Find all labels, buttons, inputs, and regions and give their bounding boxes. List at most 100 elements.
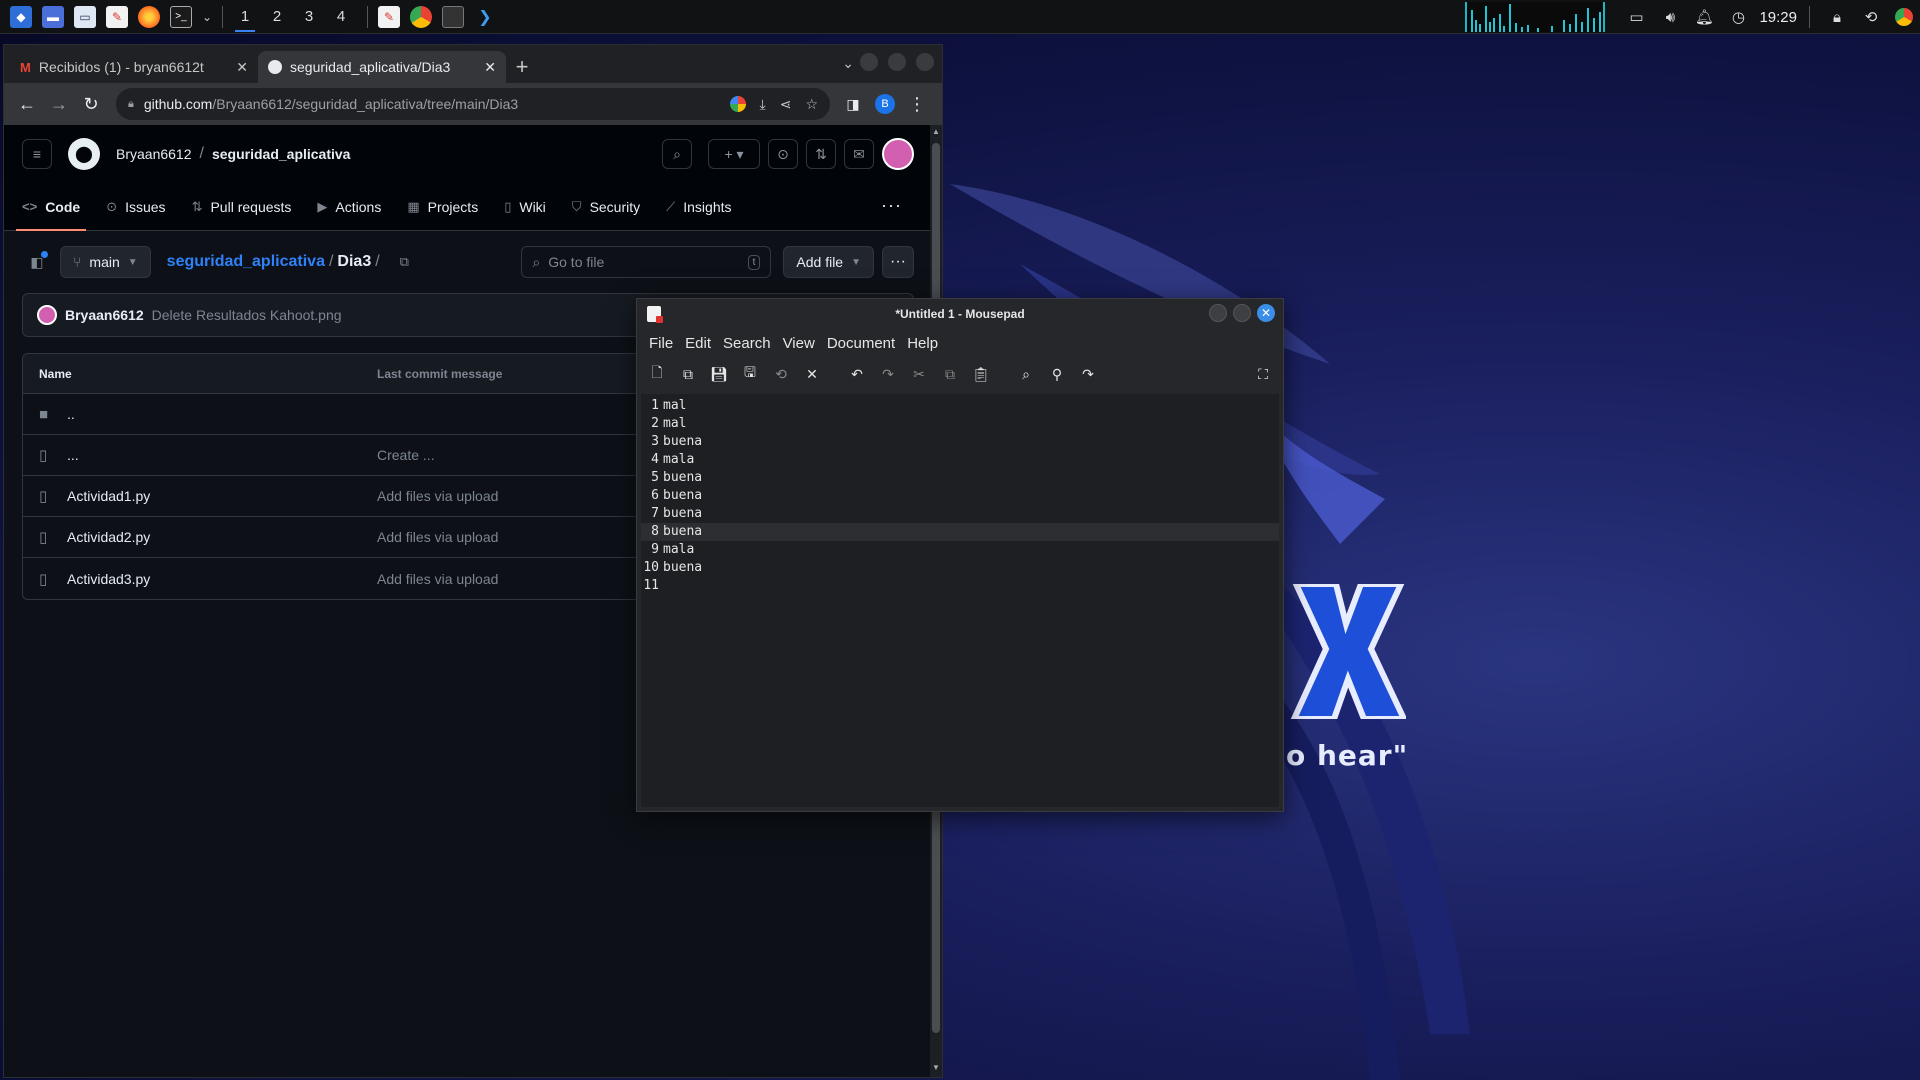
tab-issues[interactable]: ⊙ Issues xyxy=(106,183,165,231)
file-name[interactable]: Actividad2.py xyxy=(67,529,150,545)
paste-icon[interactable]: 📋︎ xyxy=(971,364,991,384)
file-name[interactable]: Actividad1.py xyxy=(67,488,150,504)
cut-icon[interactable]: ✂ xyxy=(909,364,929,384)
tab-actions[interactable]: ▶ Actions xyxy=(317,183,381,231)
line-text[interactable]: buena xyxy=(663,433,702,451)
tab-search-icon[interactable]: ⌄ xyxy=(842,55,854,72)
file-commit-message[interactable]: Add files via upload xyxy=(377,529,498,545)
editor-line[interactable]: 10 buena xyxy=(641,559,1279,577)
profile-button[interactable]: B xyxy=(870,89,900,119)
sidebar-toggle-icon[interactable]: ◧ xyxy=(22,247,52,277)
workspace-4[interactable]: 4 xyxy=(325,0,357,34)
tab-insights[interactable]: ⟋ Insights xyxy=(666,183,731,231)
tab-gmail[interactable]: M Recibidos (1) - bryan6612t ✕ xyxy=(10,51,258,83)
go-to-line-icon[interactable]: ↷ xyxy=(1078,364,1098,384)
more-options-button[interactable]: ··· xyxy=(882,246,914,278)
line-text[interactable]: buena xyxy=(663,469,702,487)
repo-name-link[interactable]: seguridad_aplicativa xyxy=(212,146,351,162)
browser-menu-icon[interactable]: ⋮ xyxy=(902,89,932,119)
find-icon[interactable]: ⌕ xyxy=(1016,364,1036,384)
tab-projects[interactable]: ▦ Projects xyxy=(407,183,478,231)
branch-select-button[interactable]: ⑂ main ▼ xyxy=(60,246,151,278)
close-document-icon[interactable]: ✕ xyxy=(802,364,822,384)
file-commit-message[interactable]: Create ... xyxy=(377,447,435,463)
lock-icon[interactable]: 🔒︎ xyxy=(128,98,134,111)
mousepad-task-icon[interactable]: ✎ xyxy=(378,5,400,28)
workspace-3[interactable]: 3 xyxy=(293,0,325,34)
redo-icon[interactable]: ↷ xyxy=(878,364,898,384)
create-new-button[interactable]: + ▾ xyxy=(708,139,760,169)
breadcrumb-repo-link[interactable]: seguridad_aplicativa xyxy=(167,253,325,271)
maximize-button[interactable] xyxy=(888,53,906,71)
close-window-button[interactable]: ✕ xyxy=(1257,304,1275,322)
google-lens-icon[interactable] xyxy=(729,96,746,112)
file-commit-message[interactable]: Add files via upload xyxy=(377,488,498,504)
text-editor-area[interactable]: 1 mal 2 mal 3 buena 4 mala 5 buena 6 buena 7 buena 8 bu… xyxy=(641,394,1279,807)
save-icon[interactable]: 💾︎ xyxy=(709,364,729,384)
menu-search[interactable]: Search xyxy=(723,335,771,352)
maximize-button[interactable] xyxy=(1233,304,1251,322)
file-manager-icon[interactable]: ▭ xyxy=(74,5,96,28)
editor-line[interactable]: 7 buena xyxy=(641,505,1279,523)
editor-line[interactable]: 11 xyxy=(641,577,1279,595)
pull-requests-icon[interactable]: ⇅ xyxy=(806,139,836,169)
new-tab-button[interactable]: + xyxy=(506,51,538,83)
editor-line[interactable]: 6 buena xyxy=(641,487,1279,505)
menu-help[interactable]: Help xyxy=(907,335,938,352)
tab-pull-requests[interactable]: ⇅ Pull requests xyxy=(192,183,292,231)
display-icon[interactable]: ▭ xyxy=(1626,7,1646,27)
line-text[interactable]: buena xyxy=(663,523,702,541)
github-logo-icon[interactable]: ⬤ xyxy=(68,138,100,170)
file-name[interactable]: .. xyxy=(67,406,75,422)
app-menu-icon[interactable]: ◆ xyxy=(10,5,32,28)
editor-line[interactable]: 1 mal xyxy=(641,397,1279,415)
editor-line[interactable]: 5 buena xyxy=(641,469,1279,487)
undo-icon[interactable]: ↶ xyxy=(847,364,867,384)
new-document-icon[interactable]: 🗋 xyxy=(647,364,667,384)
menu-document[interactable]: Document xyxy=(827,335,895,352)
terminal-icon[interactable]: >_ xyxy=(170,5,192,28)
minimize-button[interactable] xyxy=(1209,304,1227,322)
save-all-icon[interactable]: 🖫 xyxy=(740,364,760,384)
tab-code[interactable]: <> Code xyxy=(15,183,87,231)
chrome-task-icon[interactable] xyxy=(410,5,432,28)
desktop-icon[interactable]: ▬ xyxy=(42,5,64,28)
issues-icon[interactable]: ⊙ xyxy=(768,139,798,169)
address-bar[interactable]: 🔒︎ github.com /Bryaan6612/seguridad_apli… xyxy=(116,88,830,120)
file-name[interactable]: Actividad3.py xyxy=(67,571,150,587)
scroll-down-arrow-icon[interactable]: ▼ xyxy=(930,1063,942,1075)
share-icon[interactable]: ⋖ xyxy=(780,96,792,113)
scroll-up-arrow-icon[interactable]: ▲ xyxy=(930,127,942,139)
window-task-icon[interactable] xyxy=(442,5,464,28)
mousepad-app-icon[interactable] xyxy=(647,306,663,323)
volume-icon[interactable]: 🔊︎ xyxy=(1660,7,1680,27)
editor-line[interactable]: 2 mal xyxy=(641,415,1279,433)
menu-view[interactable]: View xyxy=(783,335,815,352)
tab-security[interactable]: ⛉ Security xyxy=(572,183,640,231)
line-text[interactable]: mal xyxy=(663,415,686,433)
close-tab-icon[interactable]: ✕ xyxy=(484,59,496,76)
clock-time[interactable]: 19:29 xyxy=(1759,9,1797,26)
copy-icon[interactable]: ⧉ xyxy=(940,364,960,384)
line-text[interactable]: mal xyxy=(663,397,686,415)
new-window-icon[interactable]: ⧉ xyxy=(678,364,698,384)
back-icon[interactable]: ← xyxy=(12,89,42,119)
workspace-1[interactable]: 1 xyxy=(229,0,261,34)
logout-icon[interactable]: ⟲ xyxy=(1861,7,1881,27)
repo-owner-link[interactable]: Bryaan6612 xyxy=(116,146,192,162)
chrome-tray-icon[interactable] xyxy=(1895,8,1913,26)
reload-icon[interactable]: ↻ xyxy=(76,89,106,119)
close-tab-icon[interactable]: ✕ xyxy=(236,59,248,76)
editor-line[interactable]: 9 mala xyxy=(641,541,1279,559)
menu-file[interactable]: File xyxy=(649,335,673,352)
text-editor-icon[interactable]: ✎ xyxy=(106,5,128,28)
tab-github[interactable]: seguridad_aplicativa/Dia3 ✕ xyxy=(258,51,506,83)
forward-icon[interactable]: → xyxy=(44,89,74,119)
side-panel-icon[interactable]: ◨ xyxy=(838,89,868,119)
line-text[interactable]: buena xyxy=(663,505,702,523)
editor-line[interactable]: 3 buena xyxy=(641,433,1279,451)
bell-icon[interactable]: 🔔︎ xyxy=(1694,7,1714,27)
add-file-button[interactable]: Add file ▼ xyxy=(783,246,874,278)
firefox-icon[interactable] xyxy=(138,5,160,28)
line-text[interactable]: buena xyxy=(663,559,702,577)
